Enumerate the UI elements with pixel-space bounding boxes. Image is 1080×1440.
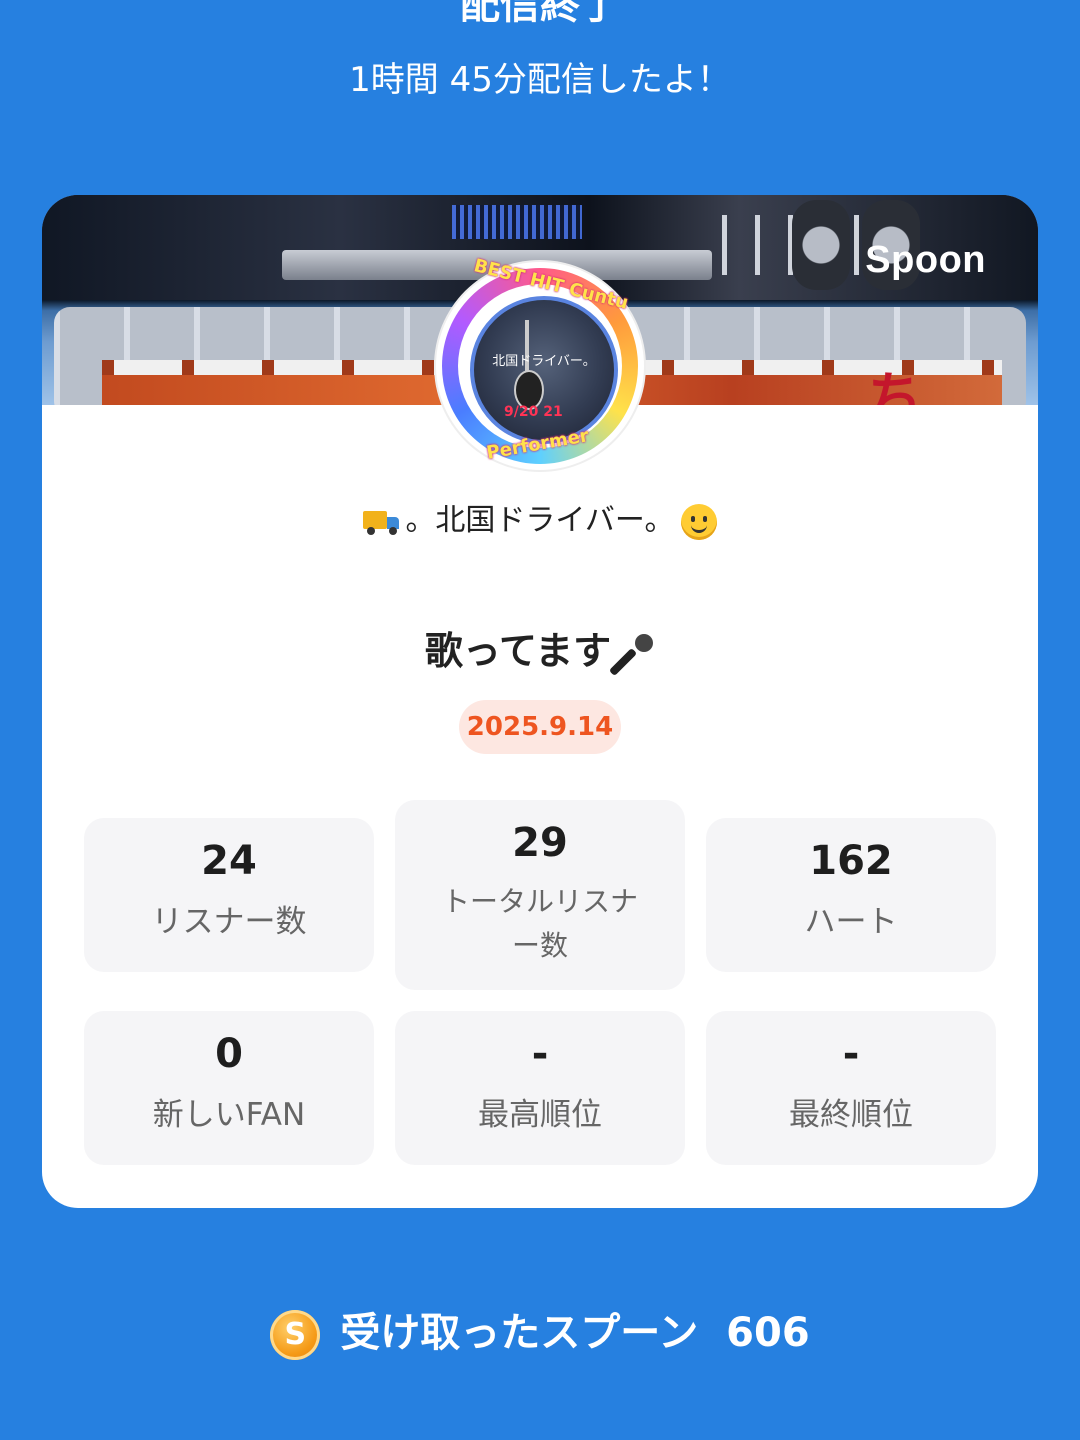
- stat-value: 0: [215, 1031, 243, 1077]
- spoon-coin-icon: S: [270, 1310, 321, 1360]
- broadcast-title-text: 歌ってます: [424, 629, 612, 673]
- broadcast-date: 2025.9.14: [459, 700, 621, 754]
- stat-label: トータルリスナー数: [441, 885, 638, 962]
- broadcast-summary-card: ち Spoon 北国ドライバー。 9/20 21 BEST HIT Cuntu …: [42, 195, 1038, 1208]
- username: 。北国ドライバー。: [42, 495, 1038, 540]
- avatar-date: 9/20 21: [504, 404, 563, 420]
- truck-icon: [363, 509, 401, 535]
- stat-total-listeners: 29 トータルリスナー数: [395, 800, 685, 990]
- stat-listeners: 24 リスナー数: [84, 818, 374, 972]
- stat-label: リスナー数: [151, 904, 307, 940]
- broadcast-title: 歌ってます: [42, 620, 1038, 676]
- stat-value: -: [531, 1031, 549, 1077]
- stat-value: 29: [512, 820, 568, 866]
- microphone-icon: [608, 632, 655, 676]
- stat-label: 最高順位: [478, 1097, 602, 1133]
- received-spoons-value: 606: [726, 1310, 810, 1356]
- avatar-center-label: 北国ドライバー。: [492, 354, 596, 369]
- stat-value: 24: [201, 838, 257, 884]
- stat-highest-rank: - 最高順位: [395, 1011, 685, 1165]
- stat-label: 新しいFAN: [152, 1097, 306, 1133]
- stat-final-rank: - 最終順位: [706, 1011, 996, 1165]
- stat-value: -: [842, 1031, 860, 1077]
- stat-label: ハート: [804, 904, 898, 940]
- stat-hearts: 162 ハート: [706, 818, 996, 972]
- received-spoons-label: 受け取ったスプーン: [340, 1310, 699, 1356]
- broadcast-duration: 1時間 45分配信したよ！: [349, 60, 731, 100]
- avatar[interactable]: 北国ドライバー。 9/20 21 BEST HIT Cuntu Performe…: [436, 255, 644, 470]
- banner-character: ち: [868, 366, 922, 405]
- username-text: 。北国ドライバー。: [405, 503, 675, 538]
- received-spoons: S 受け取ったスプーン 606: [0, 1300, 1080, 1360]
- stat-new-fans: 0 新しいFAN: [84, 1011, 374, 1165]
- smile-icon: [680, 503, 717, 540]
- stat-value: 162: [809, 838, 893, 884]
- stat-label: 最終順位: [789, 1097, 913, 1133]
- spoon-logo: Spoon: [865, 239, 986, 281]
- header-title: 配信終了: [460, 0, 620, 28]
